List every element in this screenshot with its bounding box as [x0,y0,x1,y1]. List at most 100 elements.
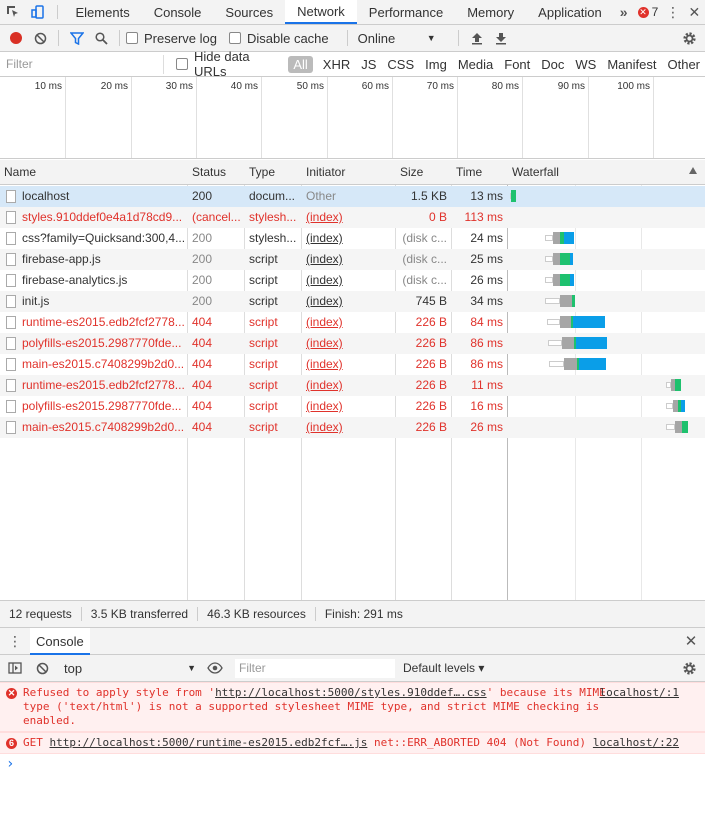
drawer-tab-console[interactable]: Console [30,627,90,655]
overview-gridline [653,77,654,158]
request-initiator[interactable]: (index) [302,375,395,396]
request-initiator[interactable]: (index) [302,333,395,354]
filter-type-other[interactable]: Other [662,56,705,73]
console-context-select[interactable]: top ▼ [60,658,200,678]
tab-memory[interactable]: Memory [455,0,526,24]
record-button[interactable] [4,26,28,50]
column-header-waterfall[interactable]: Waterfall [508,160,705,185]
filter-toggle-button[interactable] [65,26,89,50]
table-row[interactable]: firebase-app.js 200 script (index) (disk c..… [0,249,705,270]
log-levels-select[interactable]: Default levels ▾ [403,661,484,675]
export-har-button[interactable] [489,26,513,50]
tab-network[interactable]: Network [285,0,357,24]
table-row[interactable]: firebase-analytics.js 200 script (index) (di… [0,270,705,291]
preserve-log-checkbox[interactable]: Preserve log [126,31,217,46]
more-options-icon[interactable]: ⋮ [662,0,683,24]
record-icon [10,32,22,44]
checkbox-box [228,32,241,44]
column-header-name[interactable]: Name [0,160,187,185]
message-link[interactable]: http://localhost:5000/styles.910ddef….cs… [215,686,487,699]
clear-button[interactable] [28,26,52,50]
filter-type-all[interactable]: All [288,55,313,73]
message-source-link[interactable]: localhost/:1 [600,686,679,700]
table-row[interactable]: init.js 200 script (index) 745 B 34 ms [0,291,705,312]
toolbar-separator [457,30,459,46]
hide-data-urls-checkbox[interactable]: Hide data URLs [176,49,282,79]
column-header-type[interactable]: Type [245,160,301,185]
filter-type-css[interactable]: CSS [382,56,419,73]
message-link[interactable]: http://localhost:5000/runtime-es2015.edb… [50,736,368,749]
request-name: init.js [0,291,187,312]
waterfall-wait-segment [675,421,682,433]
request-initiator[interactable]: (index) [302,354,395,375]
drawer-menu-icon[interactable]: ⋮ [0,633,30,650]
request-initiator[interactable]: (index) [302,312,395,333]
request-type: script [249,315,278,329]
request-size: 226 B [415,357,447,371]
request-initiator[interactable]: (index) [302,228,395,249]
sort-ascending-icon[interactable] [689,167,697,174]
device-toolbar-icon[interactable] [25,0,50,24]
network-filter-input[interactable] [4,54,165,74]
request-initiator[interactable]: (index) [302,417,395,438]
clear-console-button[interactable] [30,656,54,680]
search-button[interactable] [89,26,113,50]
request-initiator[interactable]: (index) [302,270,395,291]
request-initiator[interactable]: (index) [302,207,395,228]
filter-type-manifest[interactable]: Manifest [602,56,661,73]
filter-type-xhr[interactable]: XHR [318,56,355,73]
filter-type-media[interactable]: Media [453,56,498,73]
filter-type-js[interactable]: JS [356,56,381,73]
more-tabs-button[interactable]: » [614,0,634,24]
table-row[interactable]: runtime-es2015.edb2fcf2778... 404 script (i… [0,375,705,396]
import-har-button[interactable] [465,26,489,50]
file-icon [6,379,16,392]
table-row[interactable]: polyfills-es2015.2987770fde... 404 script (… [0,396,705,417]
live-expression-button[interactable] [203,656,227,680]
network-overview-timeline[interactable]: 10 ms 20 ms 30 ms 40 ms 50 ms 60 ms 70 ms 80 ms… [0,77,705,159]
waterfall-download-segment [570,274,574,286]
filter-type-img[interactable]: Img [420,56,452,73]
table-row[interactable]: main-es2015.c7408299b2d0... 404 script (ind… [0,354,705,375]
console-prompt[interactable]: › [0,754,705,772]
console-settings-button[interactable] [677,656,701,680]
error-counter[interactable]: ✕ 7 [634,0,663,24]
table-row[interactable]: polyfills-es2015.2987770fde... 404 script (… [0,333,705,354]
tab-sources[interactable]: Sources [213,0,285,24]
filter-type-ws[interactable]: WS [570,56,601,73]
inspect-element-icon[interactable] [0,0,25,24]
column-header-status[interactable]: Status [188,160,244,185]
table-row[interactable]: css?family=Quicksand:300,4... 200 stylesh.… [0,228,705,249]
disable-cache-checkbox[interactable]: Disable cache [228,31,329,46]
filter-type-doc[interactable]: Doc [536,56,569,73]
tab-application[interactable]: Application [526,0,614,24]
column-header-size[interactable]: Size [396,160,451,185]
request-initiator[interactable]: (index) [302,249,395,270]
network-settings-button[interactable] [677,26,701,50]
throttling-select[interactable]: Online ▼ [358,31,436,46]
request-initiator[interactable]: (index) [302,291,395,312]
table-row[interactable]: localhost 200 docum... Other 1.5 KB 13 ms [0,186,705,207]
console-sidebar-toggle[interactable] [3,656,27,680]
request-initiator[interactable]: (index) [302,396,395,417]
sidebar-toggle-icon [8,662,22,674]
column-header-initiator[interactable]: Initiator [302,160,395,185]
message-source-link[interactable]: localhost/:22 [593,736,679,750]
tab-elements[interactable]: Elements [64,0,142,24]
close-drawer-icon[interactable]: ✕ [677,632,705,650]
column-header-time[interactable]: Time [452,160,507,185]
table-row[interactable]: runtime-es2015.edb2fcf2778... 404 script (i… [0,312,705,333]
table-row[interactable]: main-es2015.c7408299b2d0... 404 script (ind… [0,417,705,438]
table-row[interactable]: styles.910ddef0e4a1d78cd9... (cancel... st… [0,207,705,228]
overview-tick-label: 50 ms [296,81,324,92]
overview-gridline [131,77,132,158]
console-filter-input[interactable] [235,658,395,678]
tab-performance[interactable]: Performance [357,0,455,24]
network-toolbar: Preserve log Disable cache Online ▼ [0,25,705,52]
overview-gridline [392,77,393,158]
request-name-text: polyfills-es2015.2987770fde... [22,336,182,350]
context-value: top [64,660,83,676]
tab-console[interactable]: Console [142,0,214,24]
filter-type-font[interactable]: Font [499,56,535,73]
close-devtools-icon[interactable]: ✕ [684,0,705,24]
